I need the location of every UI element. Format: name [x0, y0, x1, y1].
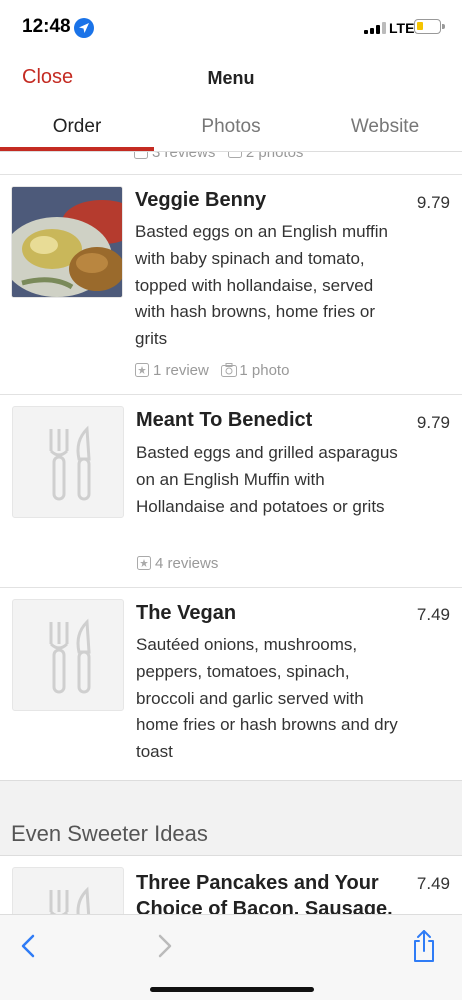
item-title: The Vegan — [136, 602, 237, 624]
menu-item[interactable]: Three Pancakes and Your Choice of Bacon,… — [0, 856, 462, 914]
section-title: Even Sweeter Ideas — [11, 821, 208, 846]
fork-knife-icon — [12, 406, 124, 518]
browser-toolbar — [0, 914, 462, 1000]
list-divider — [0, 152, 462, 175]
fork-knife-icon — [12, 599, 124, 711]
chevron-right-icon[interactable] — [144, 925, 184, 965]
item-title: Meant To Benedict — [136, 409, 313, 431]
item-price: 9.79 — [416, 413, 450, 432]
item-meta: 4 reviews — [137, 555, 218, 572]
active-tab-indicator — [0, 147, 154, 151]
nav-header: Close Menu — [0, 56, 462, 100]
star-icon — [135, 363, 149, 377]
tab-website[interactable]: Website — [308, 116, 462, 138]
item-price: 9.79 — [416, 193, 450, 212]
status-time: 12:48 — [22, 16, 71, 37]
item-description: Basted eggs and grilled asparagus on an … — [136, 443, 398, 516]
review-count: 1 review — [153, 362, 209, 379]
cellular-signal-icon — [364, 22, 386, 34]
food-photo — [11, 186, 123, 298]
item-description: Sautéed onions, mushrooms, peppers, toma… — [136, 635, 398, 762]
share-icon[interactable] — [404, 925, 444, 965]
page-title: Menu — [207, 68, 255, 88]
section-header: Even Sweeter Ideas — [0, 780, 462, 856]
item-meta: 1 review 1 photo — [135, 362, 289, 379]
item-title: Three Pancakes and Your Choice of Bacon,… — [136, 872, 393, 914]
menu-item[interactable]: Veggie Benny 9.79 Basted eggs on an Engl… — [0, 175, 462, 395]
item-description: Basted eggs on an English muffin with ba… — [135, 222, 388, 349]
item-price: 7.49 — [416, 605, 450, 624]
tab-order[interactable]: Order — [0, 116, 154, 138]
chevron-left-icon[interactable] — [8, 925, 48, 965]
status-bar: 12:48 LTE — [0, 0, 462, 56]
star-icon — [137, 556, 151, 570]
camera-icon — [221, 363, 238, 377]
menu-item[interactable]: Meant To Benedict 9.79 Basted eggs and g… — [0, 395, 462, 588]
review-count: 4 reviews — [155, 555, 219, 572]
menu-item[interactable]: The Vegan 7.49 Sautéed onions, mushrooms… — [0, 588, 462, 780]
menu-list[interactable]: 3 reviews 2 photos Veggie Benny 9.79 Bas… — [0, 152, 462, 914]
tab-bar: Order Photos Website — [0, 104, 462, 152]
network-type: LTE — [389, 20, 415, 36]
home-indicator — [150, 987, 314, 992]
battery-icon — [414, 19, 445, 34]
tab-photos[interactable]: Photos — [154, 116, 308, 138]
item-price: 7.49 — [416, 874, 450, 893]
location-arrow-icon — [74, 18, 94, 38]
photo-count: 1 photo — [239, 362, 290, 379]
fork-knife-icon — [12, 867, 124, 914]
item-title: Veggie Benny — [135, 189, 267, 211]
